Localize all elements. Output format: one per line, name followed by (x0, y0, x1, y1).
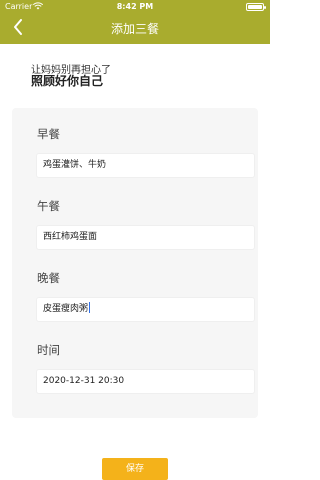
lunch-label: 午餐 (37, 199, 60, 213)
meal-form-card: 早餐 鸡蛋灌饼、牛奶 午餐 西红柿鸡蛋面 晚餐 皮蛋瘦肉粥 时间 2020-12… (12, 108, 258, 418)
battery-fill (248, 5, 262, 9)
save-button[interactable]: 保存 (102, 458, 168, 480)
battery-icon (246, 3, 266, 11)
time-label: 时间 (37, 343, 60, 357)
heading: 照顾好你自己 (31, 74, 104, 88)
status-bar: Carrier 8:42 PM (0, 0, 270, 14)
dinner-label: 晚餐 (37, 271, 60, 285)
breakfast-value: 鸡蛋灌饼、牛奶 (43, 160, 107, 170)
lunch-value: 西红柿鸡蛋面 (43, 232, 98, 242)
breakfast-label: 早餐 (37, 127, 60, 141)
breakfast-input[interactable]: 鸡蛋灌饼、牛奶 (36, 153, 255, 178)
nav-bar: Carrier 8:42 PM 添加三餐 (0, 0, 270, 44)
dinner-input[interactable]: 皮蛋瘦肉粥 (36, 297, 255, 322)
time-input[interactable]: 2020-12-31 20:30 (36, 369, 255, 394)
time-value: 2020-12-31 20:30 (43, 376, 125, 386)
status-time: 8:42 PM (116, 2, 154, 11)
dinner-value: 皮蛋瘦肉粥 (43, 304, 89, 314)
page-title: 添加三餐 (110, 22, 159, 36)
lunch-input[interactable]: 西红柿鸡蛋面 (36, 225, 255, 250)
text-caret (89, 302, 91, 313)
